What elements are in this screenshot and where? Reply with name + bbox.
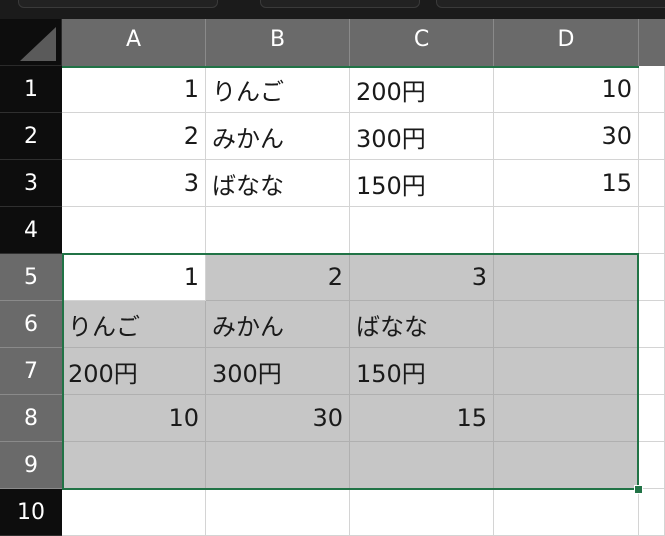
row-header-6[interactable]: 6 (0, 301, 62, 348)
cell-e7[interactable] (639, 348, 665, 395)
column-header-a[interactable]: A (62, 19, 206, 66)
fill-handle[interactable] (634, 485, 643, 494)
cell-e8[interactable] (639, 395, 665, 442)
cell-e2[interactable] (639, 113, 665, 160)
cell-e3[interactable] (639, 160, 665, 207)
name-box-edge[interactable] (18, 0, 218, 8)
cell-c8[interactable]: 15 (350, 395, 494, 442)
cell-b5[interactable]: 2 (206, 254, 350, 301)
column-header-b[interactable]: B (206, 19, 350, 66)
cell-b2[interactable]: みかん (206, 113, 350, 160)
cell-d4[interactable] (494, 207, 639, 254)
column-header-label: A (125, 27, 142, 52)
cell-a8[interactable]: 10 (62, 395, 206, 442)
cell-b6[interactable]: みかん (206, 301, 350, 348)
cell-b9[interactable] (206, 442, 350, 489)
column-header-d[interactable]: D (494, 19, 639, 66)
column-header-label: D (557, 27, 575, 52)
cell-a2[interactable]: 2 (62, 113, 206, 160)
cell-c1[interactable]: 200円 (350, 66, 494, 113)
cell-c3[interactable]: 150円 (350, 160, 494, 207)
row-header-9[interactable]: 9 (0, 442, 62, 489)
cell-b7[interactable]: 300円 (206, 348, 350, 395)
cell-d8[interactable] (494, 395, 639, 442)
cell-d5[interactable] (494, 254, 639, 301)
formula-bar-edge[interactable] (436, 0, 665, 8)
cell-a7[interactable]: 200円 (62, 348, 206, 395)
row-header-7[interactable]: 7 (0, 348, 62, 395)
column-header-label: C (413, 27, 430, 52)
row-header-8[interactable]: 8 (0, 395, 62, 442)
cell-b1[interactable]: りんご (206, 66, 350, 113)
cell-b10[interactable] (206, 489, 350, 536)
cell-e5[interactable] (639, 254, 665, 301)
cell-c10[interactable] (350, 489, 494, 536)
column-header-label: B (269, 27, 286, 52)
cell-a6[interactable]: りんご (62, 301, 206, 348)
cell-c4[interactable] (350, 207, 494, 254)
cell-d2[interactable]: 30 (494, 113, 639, 160)
cell-b8[interactable]: 30 (206, 395, 350, 442)
select-all-button[interactable] (0, 19, 62, 66)
cell-e10[interactable] (639, 489, 665, 536)
cell-b4[interactable] (206, 207, 350, 254)
row-header-1[interactable]: 1 (0, 66, 62, 113)
cell-d3[interactable]: 15 (494, 160, 639, 207)
cell-e1[interactable] (639, 66, 665, 113)
cell-d7[interactable] (494, 348, 639, 395)
column-header-e[interactable] (639, 19, 665, 66)
cell-e4[interactable] (639, 207, 665, 254)
cell-c2[interactable]: 300円 (350, 113, 494, 160)
row-header-10[interactable]: 10 (0, 489, 62, 536)
cell-c6[interactable]: ばなな (350, 301, 494, 348)
cell-d6[interactable] (494, 301, 639, 348)
cell-e6[interactable] (639, 301, 665, 348)
ribbon-strip (0, 0, 665, 19)
cell-c9[interactable] (350, 442, 494, 489)
column-header-c[interactable]: C (350, 19, 494, 66)
row-header-2[interactable]: 2 (0, 113, 62, 160)
cell-d1[interactable]: 10 (494, 66, 639, 113)
cell-d9[interactable] (494, 442, 639, 489)
cell-a5-active[interactable]: 1 (62, 254, 206, 301)
cell-a9[interactable] (62, 442, 206, 489)
cell-b3[interactable]: ばなな (206, 160, 350, 207)
select-all-triangle-icon (20, 27, 56, 61)
worksheet-grid: 1 りんご 200円 10 2 みかん 300円 30 3 ばなな 150円 1… (62, 66, 665, 536)
row-header-3[interactable]: 3 (0, 160, 62, 207)
cell-c7[interactable]: 150円 (350, 348, 494, 395)
cell-a1[interactable]: 1 (62, 66, 206, 113)
cell-a10[interactable] (62, 489, 206, 536)
row-header-5[interactable]: 5 (0, 254, 62, 301)
cell-a3[interactable]: 3 (62, 160, 206, 207)
cell-a4[interactable] (62, 207, 206, 254)
cell-c5[interactable]: 3 (350, 254, 494, 301)
cell-d10[interactable] (494, 489, 639, 536)
row-header-4[interactable]: 4 (0, 207, 62, 254)
cell-e9[interactable] (639, 442, 665, 489)
toolbar-control-edge[interactable] (260, 0, 420, 8)
